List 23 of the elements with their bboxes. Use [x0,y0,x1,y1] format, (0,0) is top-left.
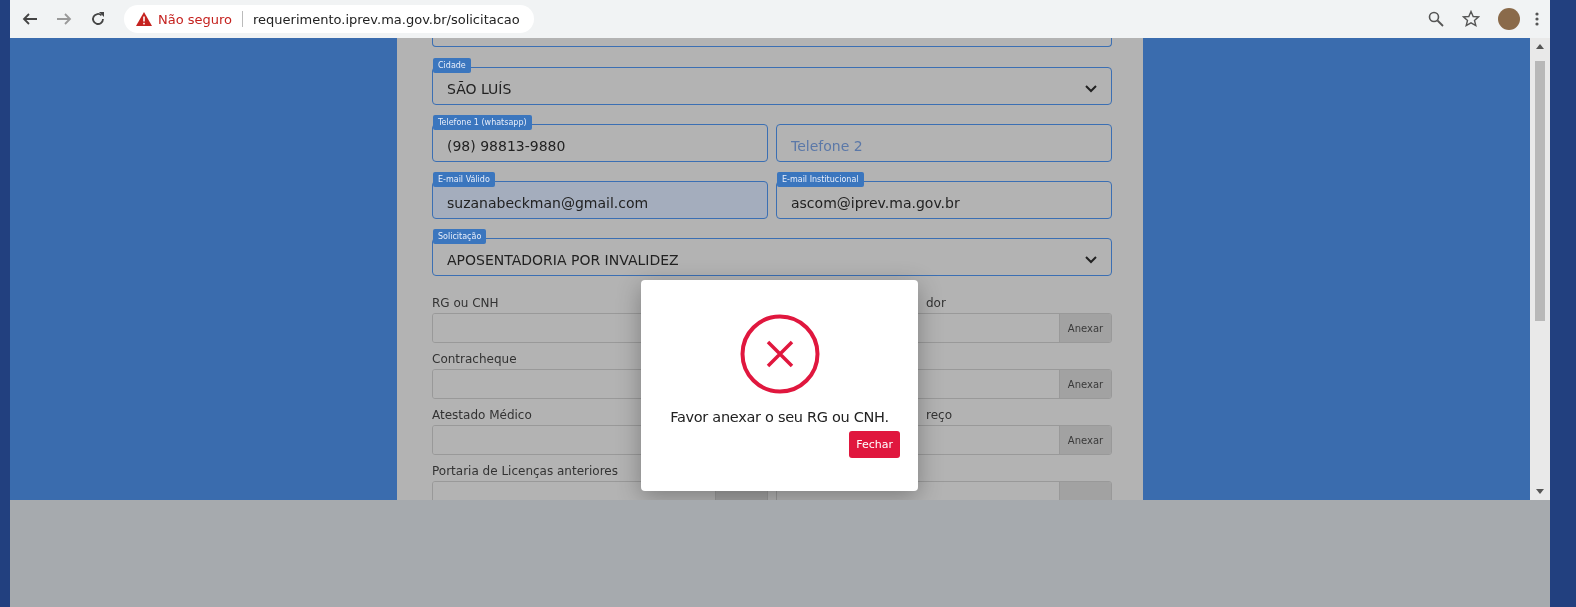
field-label: RG ou CNH [432,295,499,312]
text-field[interactable]: ascom@iprev.ma.gov.br [776,181,1112,219]
field-label: reço [926,407,952,424]
field-label: E-mail Válido [433,172,495,187]
field-label: Contracheque [432,351,517,368]
attach-button[interactable]: Anexar [1059,370,1111,398]
attach-button[interactable]: Anexar [1059,314,1111,342]
url-text: requerimento.iprev.ma.gov.br/solicitacao [253,11,520,27]
text-field[interactable]: suzanabeckman@gmail.com [432,181,768,219]
field-label: Telefone 1 (whatsapp) [433,115,532,130]
field-label: Cidade [433,58,471,73]
text-field[interactable]: Telefone 2 [776,124,1112,162]
attach-button[interactable]: Anexar [1059,426,1111,454]
field-label: dor [926,295,946,312]
field-label: Portaria de Licenças anteriores [432,463,618,480]
address-bar[interactable]: Não seguro requerimento.iprev.ma.gov.br/solicitacao [124,5,534,33]
security-status[interactable]: Não seguro [158,11,233,27]
field-label: E-mail Institucional [777,172,864,187]
field-label: Solicitação [433,229,487,244]
select-field[interactable]: SÃO LUÍS [432,67,1112,105]
field-label: Atestado Médico [432,407,532,424]
close-button[interactable]: Fechar [849,431,900,458]
alert-message: Favor anexar o seu RG ou CNH. [670,409,889,425]
